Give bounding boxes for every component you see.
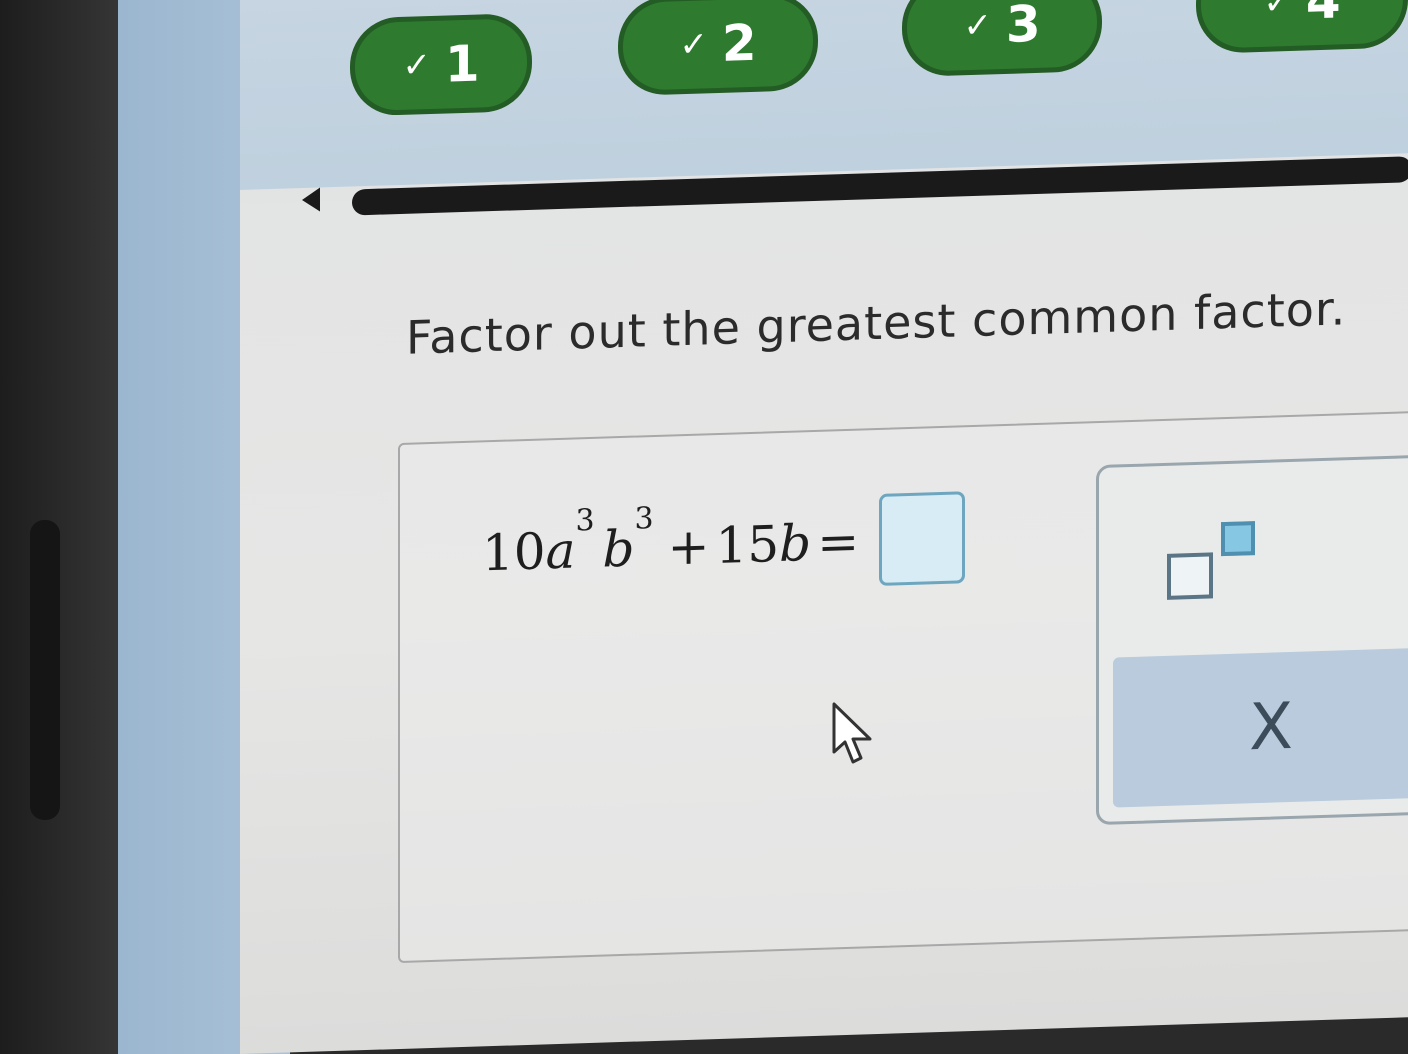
scroll-left-arrow-icon[interactable]: [302, 187, 320, 213]
step-1-button[interactable]: ✓ 1: [350, 12, 532, 117]
exponent-b: 3: [634, 501, 654, 537]
clear-button[interactable]: X: [1113, 647, 1408, 808]
question-instruction: Factor out the greatest common factor.: [406, 281, 1347, 365]
equals-sign: =: [817, 512, 860, 572]
variable-a: a: [545, 521, 576, 581]
coefficient-2: 15: [715, 515, 780, 576]
step-3-button[interactable]: ✓ 3: [902, 0, 1102, 78]
exponent-a: 3: [575, 502, 595, 539]
assignment-screen: ✓ 1 ✓ 2 ✓ 3 ✓ 4 Factor out the greatest …: [240, 0, 1408, 1054]
exponent-base-box: [1167, 552, 1213, 600]
exponent-power-box: [1221, 521, 1255, 557]
variable-b-2: b: [779, 514, 812, 574]
step-2-button[interactable]: ✓ 2: [618, 0, 818, 97]
variable-b: b: [602, 519, 635, 579]
step-number: 4: [1305, 0, 1341, 31]
step-number: 1: [444, 34, 480, 94]
step-number: 3: [1005, 0, 1041, 54]
plus-sign: +: [667, 517, 710, 577]
equation: 10 a 3 b 3 + 15 b =: [482, 491, 966, 598]
mouse-pointer-icon: [832, 702, 872, 764]
close-icon: X: [1249, 689, 1293, 766]
math-tool-palette: X: [1096, 454, 1408, 826]
exponent-template-icon[interactable]: [1167, 521, 1267, 604]
checkmark-icon: ✓: [679, 24, 708, 66]
step-number: 2: [721, 13, 757, 73]
checkmark-icon: ✓: [1263, 0, 1292, 23]
checkmark-icon: ✓: [402, 45, 431, 86]
bezel-ridge: [30, 520, 60, 820]
answer-input[interactable]: [879, 491, 966, 586]
checkmark-icon: ✓: [963, 5, 992, 47]
coefficient-1: 10: [482, 522, 546, 583]
